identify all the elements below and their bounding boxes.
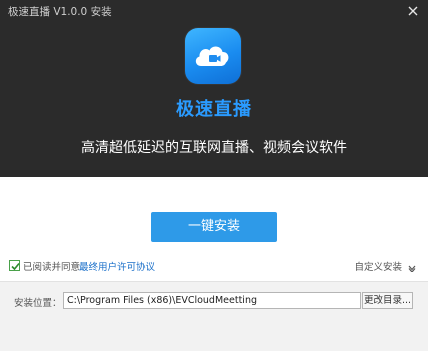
install-path-input[interactable] [63,292,361,309]
title-bar[interactable]: 极速直播 V1.0.0 安装 [0,0,428,22]
install-location-panel: 安装位置： 更改目录... [0,281,428,351]
app-logo [185,28,241,84]
cloud-camera-icon [195,46,229,66]
one-click-install-button[interactable]: 一键安装 [151,212,277,242]
hero-banner: 极速直播 V1.0.0 安装 极速直播 高清超低延迟的互联网直播、视频会议软件 [0,0,428,177]
custom-install-toggle[interactable]: 自定义安装 [354,259,416,273]
agree-text: 已阅读并同意 [23,262,81,273]
change-directory-button[interactable]: 更改目录... [362,292,413,309]
license-agreement-link[interactable]: 最终用户许可协议 [79,259,155,273]
window-title: 极速直播 V1.0.0 安装 [8,6,112,18]
close-icon [408,6,418,16]
installer-window: 极速直播 V1.0.0 安装 极速直播 高清超低延迟的互联网直播、视频会议软件 … [0,0,428,351]
close-button[interactable] [404,2,422,20]
app-name: 极速直播 [176,99,252,120]
checkmark-icon [11,262,20,271]
agree-checkbox[interactable] [9,260,20,271]
chevron-down-icon [408,265,416,272]
install-path-label: 安装位置： [14,298,62,309]
app-slogan: 高清超低延迟的互联网直播、视频会议软件 [81,140,347,156]
custom-install-label: 自定义安装 [354,262,402,273]
